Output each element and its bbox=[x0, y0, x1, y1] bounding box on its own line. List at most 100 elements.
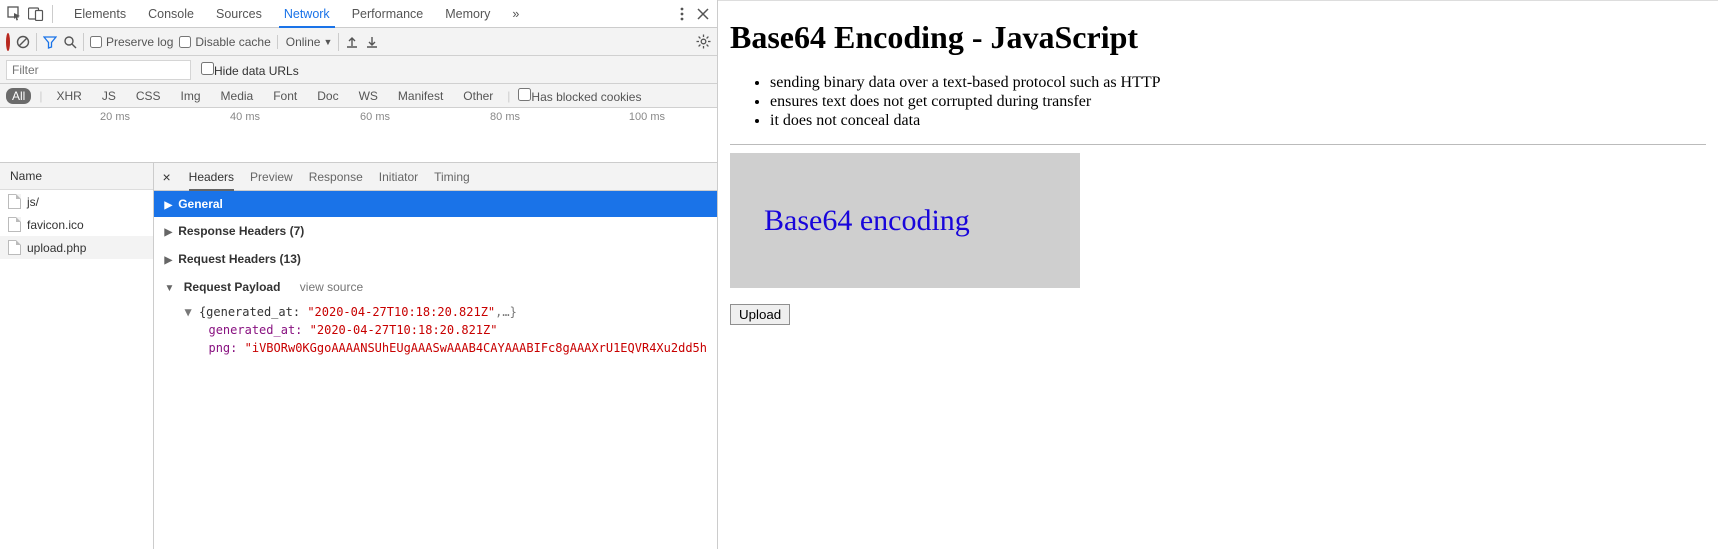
timeline-tick: 100 ms bbox=[629, 111, 665, 123]
section-response-headers[interactable]: Response Headers (7) bbox=[154, 217, 717, 245]
type-manifest[interactable]: Manifest bbox=[392, 88, 449, 104]
image-caption: Base64 encoding bbox=[764, 204, 970, 238]
rendered-page: Base64 Encoding - JavaScript sending bin… bbox=[718, 0, 1718, 549]
filter-icon[interactable] bbox=[43, 35, 57, 49]
preserve-log-checkbox[interactable]: Preserve log bbox=[90, 35, 173, 49]
file-icon bbox=[8, 240, 21, 255]
payload-entry: png: "iVBORw0KGgoAAAANSUhEUgAAASwAAAB4CA… bbox=[184, 339, 707, 357]
search-icon[interactable] bbox=[63, 35, 77, 49]
tab-elements[interactable]: Elements bbox=[69, 0, 131, 28]
type-other[interactable]: Other bbox=[457, 88, 499, 104]
detail-tab-headers[interactable]: Headers bbox=[189, 163, 234, 191]
section-request-headers[interactable]: Request Headers (13) bbox=[154, 245, 717, 273]
tabs-overflow-icon[interactable]: » bbox=[507, 0, 524, 28]
download-har-icon[interactable] bbox=[365, 35, 379, 49]
horizontal-rule bbox=[730, 144, 1706, 145]
kebab-menu-icon[interactable] bbox=[673, 5, 690, 22]
request-row[interactable]: js/ bbox=[0, 190, 153, 213]
file-icon bbox=[8, 217, 21, 232]
payload-key: generated_at: bbox=[208, 323, 302, 337]
separator: | bbox=[507, 89, 510, 103]
payload-text: "2020-04-27T10:18:20.821Z" bbox=[307, 305, 495, 319]
clear-icon[interactable] bbox=[16, 35, 30, 49]
timeline-tick: 80 ms bbox=[490, 111, 520, 123]
type-media[interactable]: Media bbox=[215, 88, 260, 104]
payload-viewer: ▼ {generated_at: "2020-04-27T10:18:20.82… bbox=[154, 301, 717, 367]
tab-console[interactable]: Console bbox=[143, 0, 199, 28]
disable-cache-label: Disable cache bbox=[195, 35, 270, 49]
payload-key: png: bbox=[208, 341, 237, 355]
request-row[interactable]: upload.php bbox=[0, 236, 153, 259]
detail-tab-preview[interactable]: Preview bbox=[250, 163, 293, 191]
section-general[interactable]: General bbox=[154, 191, 717, 217]
type-ws[interactable]: WS bbox=[353, 88, 384, 104]
timeline-tick: 60 ms bbox=[360, 111, 390, 123]
separator bbox=[83, 33, 84, 51]
blocked-cookies-label: Has blocked cookies bbox=[531, 90, 641, 104]
payload-value: "2020-04-27T10:18:20.821Z" bbox=[310, 323, 498, 337]
request-type-filters: All | XHR JS CSS Img Media Font Doc WS M… bbox=[0, 84, 717, 108]
bullet-list: sending binary data over a text-based pr… bbox=[770, 74, 1706, 130]
timeline-tick: 20 ms bbox=[100, 111, 130, 123]
tab-performance[interactable]: Performance bbox=[347, 0, 429, 28]
request-name: js/ bbox=[27, 195, 39, 209]
network-body: Name js/ favicon.ico upload.php × Header… bbox=[0, 163, 717, 549]
view-source-link[interactable]: view source bbox=[300, 280, 363, 294]
list-item: ensures text does not get corrupted duri… bbox=[770, 93, 1706, 111]
network-toolbar: Preserve log Disable cache Online ▼ bbox=[0, 28, 717, 56]
timeline-overview[interactable]: 20 ms 40 ms 60 ms 80 ms 100 ms bbox=[0, 108, 717, 163]
expand-arrow-icon[interactable]: ▼ bbox=[184, 305, 198, 319]
inspect-icon[interactable] bbox=[6, 5, 23, 22]
type-js[interactable]: JS bbox=[96, 88, 122, 104]
separator bbox=[338, 33, 339, 51]
filter-bar: Hide data URLs bbox=[0, 56, 717, 84]
disable-cache-checkbox[interactable]: Disable cache bbox=[179, 35, 270, 49]
tab-network[interactable]: Network bbox=[279, 0, 335, 28]
payload-summary[interactable]: ▼ {generated_at: "2020-04-27T10:18:20.82… bbox=[184, 303, 707, 321]
type-doc[interactable]: Doc bbox=[311, 88, 344, 104]
list-item: sending binary data over a text-based pr… bbox=[770, 74, 1706, 92]
record-icon[interactable] bbox=[6, 35, 10, 49]
type-css[interactable]: CSS bbox=[130, 88, 167, 104]
request-list-header[interactable]: Name bbox=[0, 163, 153, 190]
filter-input[interactable] bbox=[6, 60, 191, 80]
section-request-payload-label: Request Payload bbox=[184, 280, 281, 294]
request-list: Name js/ favicon.ico upload.php bbox=[0, 163, 154, 549]
separator bbox=[36, 33, 37, 51]
section-request-payload[interactable]: Request Payload view source bbox=[154, 273, 717, 301]
throttling-select[interactable]: Online ▼ bbox=[277, 35, 333, 49]
throttling-value: Online bbox=[286, 35, 321, 49]
device-toggle-icon[interactable] bbox=[27, 5, 44, 22]
type-all[interactable]: All bbox=[6, 88, 31, 104]
hide-data-urls-checkbox[interactable]: Hide data URLs bbox=[201, 62, 299, 78]
separator: | bbox=[39, 89, 42, 103]
close-detail-icon[interactable]: × bbox=[160, 169, 172, 185]
hide-data-urls-label: Hide data URLs bbox=[214, 64, 299, 78]
detail-tab-timing[interactable]: Timing bbox=[434, 163, 470, 191]
gear-icon[interactable] bbox=[696, 34, 711, 49]
detail-tab-initiator[interactable]: Initiator bbox=[379, 163, 418, 191]
request-row[interactable]: favicon.ico bbox=[0, 213, 153, 236]
payload-entry: generated_at: "2020-04-27T10:18:20.821Z" bbox=[184, 321, 707, 339]
separator bbox=[52, 5, 53, 23]
preserve-log-label: Preserve log bbox=[106, 35, 173, 49]
payload-text: ,…} bbox=[495, 305, 517, 319]
type-font[interactable]: Font bbox=[267, 88, 303, 104]
close-icon[interactable] bbox=[694, 5, 711, 22]
chevron-down-icon: ▼ bbox=[323, 37, 332, 47]
upload-har-icon[interactable] bbox=[345, 35, 359, 49]
image-thumbnail: Base64 encoding bbox=[730, 153, 1080, 288]
timeline-tick: 40 ms bbox=[230, 111, 260, 123]
devtools-tabbar: Elements Console Sources Network Perform… bbox=[0, 0, 717, 28]
devtools-tabs: Elements Console Sources Network Perform… bbox=[69, 0, 524, 28]
request-name: upload.php bbox=[27, 241, 86, 255]
blocked-cookies-checkbox[interactable]: Has blocked cookies bbox=[518, 88, 641, 104]
type-img[interactable]: Img bbox=[175, 88, 207, 104]
request-name: favicon.ico bbox=[27, 218, 84, 232]
list-item: it does not conceal data bbox=[770, 112, 1706, 130]
upload-button[interactable]: Upload bbox=[730, 304, 790, 325]
tab-sources[interactable]: Sources bbox=[211, 0, 267, 28]
type-xhr[interactable]: XHR bbox=[50, 88, 87, 104]
tab-memory[interactable]: Memory bbox=[440, 0, 495, 28]
detail-tab-response[interactable]: Response bbox=[309, 163, 363, 191]
